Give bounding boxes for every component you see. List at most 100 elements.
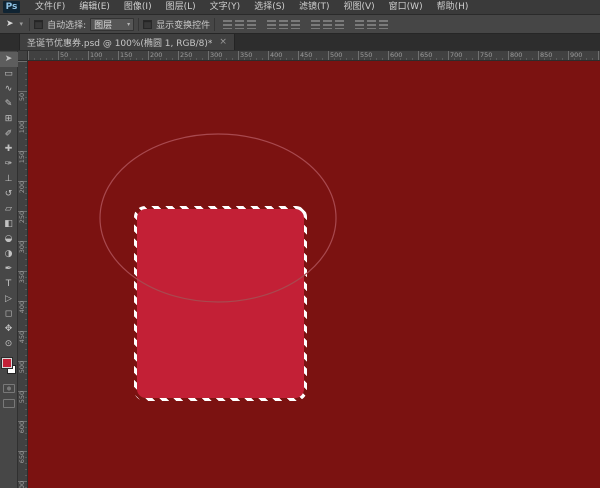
photoshop-window: Ps 文件(F) 编辑(E) 图像(I) 图层(L) 文字(Y) 选择(S) 滤镜(T) 视图… (0, 0, 600, 488)
show-transform-label: 显示变换控件 (156, 20, 211, 31)
auto-select-dropdown[interactable]: 图层 ▾ (90, 17, 135, 31)
eraser-tool-icon[interactable]: ▱ (0, 202, 18, 217)
v-ruler-label: 50 (18, 92, 26, 102)
workspace: ➤ ▭ ∿ ✎ ⊞ ✐ ✚ ✑ ⊥ ↺ ▱ ◧ ◒ ◑ ✒ T ▷ ◻ ✥ ⊙ 50 100 150 200 250 300 35… (0, 51, 600, 488)
h-ruler-label: 500 (330, 51, 343, 59)
dodge-tool-icon[interactable]: ◑ (0, 247, 18, 262)
tool-preset-caret-icon[interactable]: ▾ (20, 20, 24, 28)
v-ruler-label: 400 (18, 300, 26, 314)
align-vertical-centers-icon (235, 19, 245, 29)
healing-brush-tool-icon[interactable]: ✚ (0, 142, 18, 157)
document-canvas[interactable] (28, 61, 600, 488)
photoshop-logo: Ps (3, 1, 20, 13)
align-bottom-edges-icon (247, 19, 257, 29)
ellipse-shape-path (99, 133, 337, 303)
crop-tool-icon[interactable]: ⊞ (0, 112, 18, 127)
h-ruler-label: 800 (510, 51, 523, 59)
dropdown-caret-icon: ▾ (127, 20, 131, 28)
h-ruler-label: 850 (540, 51, 553, 59)
ruler-origin-corner (18, 51, 28, 61)
menu-item[interactable]: 视图(V) (336, 0, 381, 14)
align-right-edges-icon (291, 19, 301, 29)
options-divider (29, 17, 31, 31)
screen-mode-icon[interactable] (2, 399, 15, 408)
foreground-color-swatch[interactable] (0, 357, 13, 369)
type-tool-icon[interactable]: T (0, 277, 18, 292)
rectangular-marquee-tool-icon[interactable]: ▭ (0, 67, 18, 82)
eyedropper-tool-icon[interactable]: ✐ (0, 127, 18, 142)
hand-tool-icon[interactable]: ✥ (0, 322, 18, 337)
menu-item[interactable]: 帮助(H) (430, 0, 476, 14)
quick-selection-tool-icon[interactable]: ✎ (0, 97, 18, 112)
align-top-edges-icon (223, 19, 233, 29)
v-ruler-label: 150 (18, 150, 26, 164)
v-ruler-label: 100 (18, 120, 26, 134)
align-distribute-icons (223, 19, 389, 29)
gradient-tool-icon[interactable]: ◧ (0, 217, 18, 232)
h-ruler-label: 450 (300, 51, 313, 59)
v-ruler-label: 250 (18, 210, 26, 224)
distribute-top-edges-icon (311, 19, 321, 29)
menu-item[interactable]: 图像(I) (117, 0, 159, 14)
menu-item[interactable]: 滤镜(T) (292, 0, 337, 14)
quick-mask-mode-icon[interactable] (2, 384, 15, 393)
h-ruler-label: 900 (570, 51, 583, 59)
distribute-bottom-edges-icon (335, 19, 345, 29)
v-ruler-label: 500 (18, 360, 26, 374)
h-ruler-label: 50 (60, 51, 69, 59)
clone-stamp-tool-icon[interactable]: ⊥ (0, 172, 18, 187)
distribute-right-edges-icon (379, 19, 389, 29)
auto-select-label: 自动选择: (47, 20, 87, 31)
distribute-vertical-centers-icon (323, 19, 333, 29)
v-ruler-label: 200 (18, 180, 26, 194)
menu-bar: Ps 文件(F) 编辑(E) 图像(I) 图层(L) 文字(Y) 选择(S) 滤镜(T) 视图… (0, 0, 600, 15)
v-ruler-label: 600 (18, 420, 26, 434)
menu-item[interactable]: 编辑(E) (72, 0, 117, 14)
blur-tool-icon[interactable]: ◒ (0, 232, 18, 247)
auto-select-checkbox[interactable] (34, 19, 44, 29)
move-tool-icon[interactable]: ➤ (0, 52, 18, 67)
lasso-tool-icon[interactable]: ∿ (0, 82, 18, 97)
move-tool-options-icon: ➤ (6, 19, 14, 29)
distribute-left-edges-icon (355, 19, 365, 29)
options-divider (138, 17, 140, 31)
h-ruler-label: 650 (420, 51, 433, 59)
document-tab[interactable]: 圣诞节优惠券.psd @ 100%(椭圆 1, RGB/8)* × (19, 34, 235, 50)
menu-item[interactable]: 选择(S) (247, 0, 292, 14)
vertical-ruler: 50 100 150 200 250 300 350 400 450 500 550 600 650 70… (18, 61, 28, 488)
h-ruler-label: 300 (210, 51, 223, 59)
zoom-tool-icon[interactable]: ⊙ (0, 337, 18, 352)
menu-item[interactable]: 文字(Y) (203, 0, 248, 14)
align-horizontal-centers-icon (279, 19, 289, 29)
tool-palette-tools: ➤ ▭ ∿ ✎ ⊞ ✐ ✚ ✑ ⊥ ↺ ▱ ◧ ◒ ◑ ✒ T ▷ ◻ ✥ ⊙ (0, 52, 18, 352)
v-ruler-label: 300 (18, 240, 26, 254)
align-left-edges-icon (267, 19, 277, 29)
auto-select-value: 图层 (94, 20, 113, 31)
color-swatches[interactable] (0, 356, 18, 378)
h-ruler-label: 350 (240, 51, 253, 59)
show-transform-checkbox[interactable] (143, 19, 153, 29)
pen-tool-icon[interactable]: ✒ (0, 262, 18, 277)
v-ruler-label: 350 (18, 270, 26, 284)
menu-item[interactable]: 窗口(W) (382, 0, 430, 14)
horizontal-ruler: 50 100 150 200 250 300 350 400 450 500 550 600 650 70… (28, 51, 600, 61)
document-tab-bar: 圣诞节优惠券.psd @ 100%(椭圆 1, RGB/8)* × (0, 34, 600, 50)
h-ruler-label: 200 (150, 51, 163, 59)
shape-tool-icon[interactable]: ◻ (0, 307, 18, 322)
menubar-items: 文件(F) 编辑(E) 图像(I) 图层(L) 文字(Y) 选择(S) 滤镜(T) 视图(V)… (28, 0, 475, 14)
tab-close-icon[interactable]: × (219, 37, 227, 47)
path-selection-tool-icon[interactable]: ▷ (0, 292, 18, 307)
h-ruler-label: 400 (270, 51, 283, 59)
h-ruler-label: 100 (90, 51, 103, 59)
v-ruler-label: 550 (18, 390, 26, 404)
selected-rectangle-layer (137, 209, 304, 398)
v-ruler-label: 700 (18, 480, 26, 488)
h-ruler-label: 150 (120, 51, 133, 59)
tool-palette: ➤ ▭ ∿ ✎ ⊞ ✐ ✚ ✑ ⊥ ↺ ▱ ◧ ◒ ◑ ✒ T ▷ ◻ ✥ ⊙ (0, 51, 18, 488)
brush-tool-icon[interactable]: ✑ (0, 157, 18, 172)
menu-item[interactable]: 图层(L) (159, 0, 203, 14)
options-divider (214, 17, 216, 31)
history-brush-tool-icon[interactable]: ↺ (0, 187, 18, 202)
h-ruler-label: 700 (450, 51, 463, 59)
menu-item[interactable]: 文件(F) (28, 0, 72, 14)
